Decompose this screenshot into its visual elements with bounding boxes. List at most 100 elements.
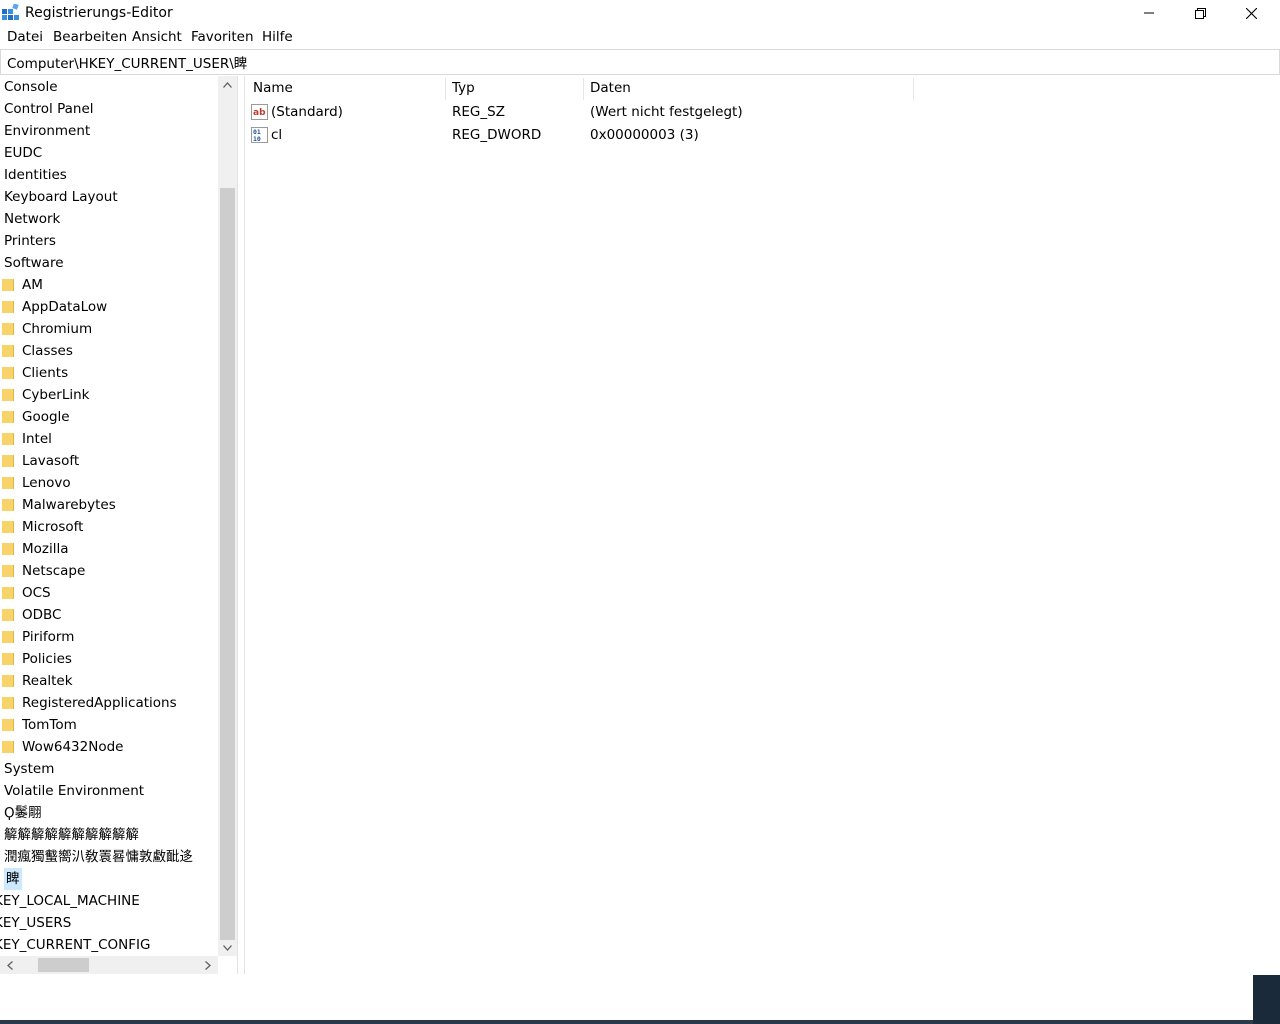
- tree-item-label: Network: [4, 211, 61, 227]
- value-name: cl: [271, 127, 283, 143]
- tree-item-label: Control Panel: [4, 101, 94, 117]
- folder-icon: [2, 609, 14, 621]
- folder-icon: [2, 301, 14, 313]
- tree-item[interactable]: 睥: [0, 868, 218, 890]
- tree-item[interactable]: ODBC: [0, 604, 218, 626]
- tree-item[interactable]: Control Panel: [0, 98, 218, 120]
- tree-item[interactable]: TomTom: [0, 714, 218, 736]
- folder-icon: [2, 433, 14, 445]
- menu-view[interactable]: Ansicht: [132, 29, 182, 45]
- column-header-data[interactable]: Daten: [590, 76, 631, 100]
- tree-item-label: Piriform: [22, 629, 75, 645]
- address-bar[interactable]: [0, 49, 1280, 75]
- tree-item[interactable]: Microsoft: [0, 516, 218, 538]
- tree-item[interactable]: KEY_CURRENT_CONFIG: [0, 934, 218, 956]
- folder-icon: [2, 367, 14, 379]
- tree-item-label: RegisteredApplications: [22, 695, 177, 711]
- address-input[interactable]: [7, 53, 1267, 71]
- taskbar-edge: [0, 1020, 1280, 1024]
- menu-favorites[interactable]: Favoriten: [191, 29, 254, 45]
- tree-item-label: Classes: [22, 343, 73, 359]
- tree-item[interactable]: AM: [0, 274, 218, 296]
- folder-icon: [2, 631, 14, 643]
- tree-item[interactable]: Classes: [0, 340, 218, 362]
- tree-item[interactable]: Intel: [0, 428, 218, 450]
- folder-icon: [2, 411, 14, 423]
- scroll-down-arrow[interactable]: [218, 939, 237, 956]
- tree-item[interactable]: Google: [0, 406, 218, 428]
- restore-icon: [1194, 7, 1206, 19]
- minimize-button[interactable]: [1126, 0, 1172, 26]
- tree-item[interactable]: Printers: [0, 230, 218, 252]
- tree-item[interactable]: 䉏䉏䉏䉏䉏䉏䉏䉏䉏䉏: [0, 824, 218, 846]
- menu-bar: Datei Bearbeiten Ansicht Favoriten Hilfe: [0, 26, 1280, 48]
- tree-item-label: Policies: [22, 651, 72, 667]
- menu-edit[interactable]: Bearbeiten: [53, 29, 127, 45]
- folder-icon: [2, 565, 14, 577]
- scroll-up-arrow[interactable]: [218, 76, 237, 93]
- tree-item[interactable]: Policies: [0, 648, 218, 670]
- tree-item-label: 潤瘋獨䘁嚮汃敎瞏晷慵敦䲣䩃迻: [4, 849, 193, 865]
- tree-item-label: EUDC: [4, 145, 43, 161]
- tree-item[interactable]: Malwarebytes: [0, 494, 218, 516]
- tree-item-label: KEY_USERS: [0, 915, 72, 931]
- tree-item-label: Lenovo: [22, 475, 71, 491]
- tree-item[interactable]: Netscape: [0, 560, 218, 582]
- chevron-down-icon: [223, 944, 232, 951]
- tree-item-label: Printers: [4, 233, 56, 249]
- close-button[interactable]: [1228, 0, 1274, 26]
- tree-item[interactable]: 潤瘋獨䘁嚮汃敎瞏晷慵敦䲣䩃迻: [0, 846, 218, 868]
- tree-item[interactable]: Lavasoft: [0, 450, 218, 472]
- folder-icon: [2, 323, 14, 335]
- tree-item-label: Mozilla: [22, 541, 69, 557]
- tree-item[interactable]: Realtek: [0, 670, 218, 692]
- tree-item[interactable]: Mozilla: [0, 538, 218, 560]
- tree-vertical-scroll-thumb[interactable]: [220, 188, 235, 940]
- scroll-right-arrow[interactable]: [198, 956, 218, 974]
- scroll-left-arrow[interactable]: [0, 956, 20, 974]
- column-header-name[interactable]: Name: [253, 76, 293, 100]
- tree-horizontal-scrollbar[interactable]: [0, 956, 218, 974]
- folder-icon: [2, 389, 14, 401]
- value-type: REG_DWORD: [452, 127, 542, 143]
- tree-item[interactable]: KEY_USERS: [0, 912, 218, 934]
- value-row[interactable]: ab (Standard) REG_SZ (Wert nicht festgel…: [245, 101, 1279, 123]
- tree-item-label: CyberLink: [22, 387, 90, 403]
- tree-item[interactable]: CyberLink: [0, 384, 218, 406]
- value-row[interactable]: 01 10 cl REG_DWORD 0x00000003 (3): [245, 124, 1279, 146]
- tree-item[interactable]: Volatile Environment: [0, 780, 218, 802]
- tree-item[interactable]: System: [0, 758, 218, 780]
- column-header-type[interactable]: Typ: [452, 76, 475, 100]
- tree-item[interactable]: Wow6432Node: [0, 736, 218, 758]
- menu-file[interactable]: Datei: [7, 29, 43, 45]
- tree-item[interactable]: Ϙ䰀翢: [0, 802, 218, 824]
- tree-item[interactable]: Console: [0, 76, 218, 98]
- tree-item[interactable]: Software: [0, 252, 218, 274]
- restore-button[interactable]: [1177, 0, 1223, 26]
- tree-item[interactable]: Piriform: [0, 626, 218, 648]
- tree-item[interactable]: OCS: [0, 582, 218, 604]
- tree-item-label: KEY_LOCAL_MACHINE: [0, 893, 140, 909]
- registry-editor-icon: [2, 4, 19, 20]
- column-separator[interactable]: [913, 78, 914, 100]
- column-separator[interactable]: [583, 78, 584, 100]
- tree-item[interactable]: Network: [0, 208, 218, 230]
- tree-item-label: Environment: [4, 123, 91, 139]
- tree-item[interactable]: RegisteredApplications: [0, 692, 218, 714]
- folder-icon: [2, 455, 14, 467]
- tree-pane: Console Control Panel Environment EUDC Ident…: [0, 76, 238, 974]
- tree-item[interactable]: AppDataLow: [0, 296, 218, 318]
- tree-item[interactable]: Environment: [0, 120, 218, 142]
- tree-vertical-scrollbar[interactable]: [218, 76, 237, 956]
- tree-item[interactable]: Lenovo: [0, 472, 218, 494]
- folder-icon: [2, 543, 14, 555]
- tree-item[interactable]: Keyboard Layout: [0, 186, 218, 208]
- tree-horizontal-scroll-thumb[interactable]: [38, 958, 89, 972]
- tree-item[interactable]: KEY_LOCAL_MACHINE: [0, 890, 218, 912]
- tree-item[interactable]: Chromium: [0, 318, 218, 340]
- column-separator[interactable]: [445, 78, 446, 100]
- tree-item[interactable]: EUDC: [0, 142, 218, 164]
- menu-help[interactable]: Hilfe: [262, 29, 293, 45]
- tree-item[interactable]: Identities: [0, 164, 218, 186]
- tree-item[interactable]: Clients: [0, 362, 218, 384]
